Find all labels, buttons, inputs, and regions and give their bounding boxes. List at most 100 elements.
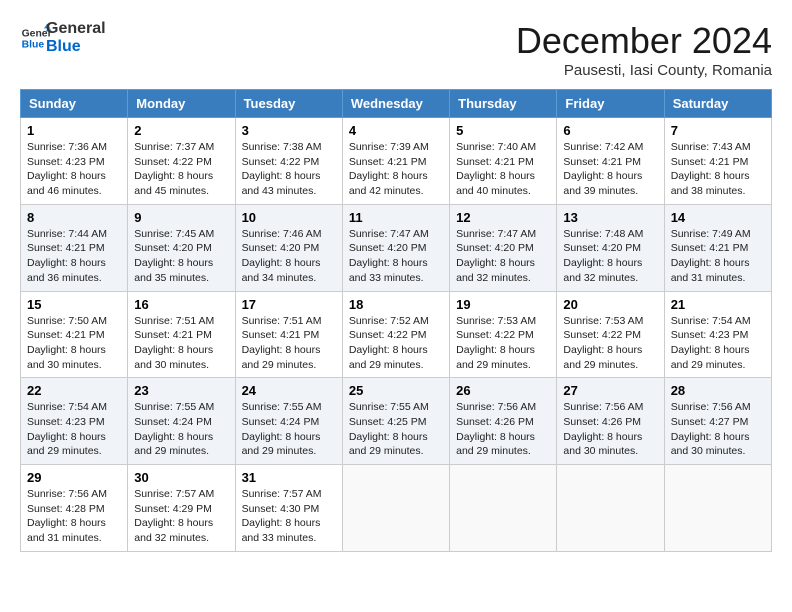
weekday-monday: Monday (128, 90, 235, 118)
day-number: 21 (671, 297, 765, 312)
calendar-cell: 7 Sunrise: 7:43 AMSunset: 4:21 PMDaylight… (664, 118, 771, 205)
day-detail: Sunrise: 7:44 AMSunset: 4:21 PMDaylight:… (27, 227, 121, 286)
day-number: 11 (349, 210, 443, 225)
day-detail: Sunrise: 7:42 AMSunset: 4:21 PMDaylight:… (563, 140, 657, 199)
day-number: 3 (242, 123, 336, 138)
day-detail: Sunrise: 7:37 AMSunset: 4:22 PMDaylight:… (134, 140, 228, 199)
calendar-cell: 22 Sunrise: 7:54 AMSunset: 4:23 PMDayligh… (21, 378, 128, 465)
day-number: 31 (242, 470, 336, 485)
calendar-week-5: 29 Sunrise: 7:56 AMSunset: 4:28 PMDayligh… (21, 465, 772, 552)
day-number: 7 (671, 123, 765, 138)
day-detail: Sunrise: 7:53 AMSunset: 4:22 PMDaylight:… (456, 314, 550, 373)
day-number: 5 (456, 123, 550, 138)
calendar-cell: 23Sunrise: 7:55 AMSunset: 4:24 PMDayligh… (128, 378, 235, 465)
logo-blue: Blue (46, 38, 106, 56)
day-number: 14 (671, 210, 765, 225)
day-number: 29 (27, 470, 121, 485)
day-number: 28 (671, 383, 765, 398)
day-detail: Sunrise: 7:55 AMSunset: 4:25 PMDaylight:… (349, 400, 443, 459)
day-number: 26 (456, 383, 550, 398)
day-detail: Sunrise: 7:57 AMSunset: 4:29 PMDaylight:… (134, 487, 228, 546)
day-detail: Sunrise: 7:40 AMSunset: 4:21 PMDaylight:… (456, 140, 550, 199)
calendar-cell: 18 Sunrise: 7:52 AMSunset: 4:22 PMDayligh… (342, 291, 449, 378)
calendar-week-4: 22 Sunrise: 7:54 AMSunset: 4:23 PMDayligh… (21, 378, 772, 465)
calendar-cell: 21 Sunrise: 7:54 AMSunset: 4:23 PMDayligh… (664, 291, 771, 378)
day-detail: Sunrise: 7:36 AMSunset: 4:23 PMDaylight:… (27, 140, 121, 199)
calendar-week-2: 8 Sunrise: 7:44 AMSunset: 4:21 PMDaylight… (21, 204, 772, 291)
calendar-cell: 30 Sunrise: 7:57 AMSunset: 4:29 PMDayligh… (128, 465, 235, 552)
day-detail: Sunrise: 7:45 AMSunset: 4:20 PMDaylight:… (134, 227, 228, 286)
day-detail: Sunrise: 7:51 AMSunset: 4:21 PMDaylight:… (242, 314, 336, 373)
calendar-cell: 14 Sunrise: 7:49 AMSunset: 4:21 PMDayligh… (664, 204, 771, 291)
day-detail: Sunrise: 7:49 AMSunset: 4:21 PMDaylight:… (671, 227, 765, 286)
day-number: 17 (242, 297, 336, 312)
day-number: 30 (134, 470, 228, 485)
calendar-cell (664, 465, 771, 552)
calendar-cell: 9 Sunrise: 7:45 AMSunset: 4:20 PMDaylight… (128, 204, 235, 291)
calendar-cell: 5 Sunrise: 7:40 AMSunset: 4:21 PMDaylight… (450, 118, 557, 205)
day-detail: Sunrise: 7:55 AMSunset: 4:24 PMDaylight:… (134, 400, 228, 459)
day-detail: Sunrise: 7:48 AMSunset: 4:20 PMDaylight:… (563, 227, 657, 286)
calendar-cell: 31Sunrise: 7:57 AMSunset: 4:30 PMDayligh… (235, 465, 342, 552)
logo: General Blue General Blue (20, 20, 106, 55)
day-detail: Sunrise: 7:50 AMSunset: 4:21 PMDaylight:… (27, 314, 121, 373)
day-detail: Sunrise: 7:47 AMSunset: 4:20 PMDaylight:… (349, 227, 443, 286)
day-number: 12 (456, 210, 550, 225)
day-detail: Sunrise: 7:46 AMSunset: 4:20 PMDaylight:… (242, 227, 336, 286)
calendar-cell: 29 Sunrise: 7:56 AMSunset: 4:28 PMDayligh… (21, 465, 128, 552)
day-detail: Sunrise: 7:53 AMSunset: 4:22 PMDaylight:… (563, 314, 657, 373)
calendar-cell: 8 Sunrise: 7:44 AMSunset: 4:21 PMDaylight… (21, 204, 128, 291)
calendar-week-1: 1 Sunrise: 7:36 AMSunset: 4:23 PMDaylight… (21, 118, 772, 205)
weekday-wednesday: Wednesday (342, 90, 449, 118)
calendar-cell: 11 Sunrise: 7:47 AMSunset: 4:20 PMDayligh… (342, 204, 449, 291)
calendar-cell (557, 465, 664, 552)
calendar-cell: 6 Sunrise: 7:42 AMSunset: 4:21 PMDaylight… (557, 118, 664, 205)
weekday-header-row: SundayMondayTuesdayWednesdayThursdayFrid… (21, 90, 772, 118)
day-number: 25 (349, 383, 443, 398)
calendar-cell: 25 Sunrise: 7:55 AMSunset: 4:25 PMDayligh… (342, 378, 449, 465)
day-number: 15 (27, 297, 121, 312)
calendar-cell: 2 Sunrise: 7:37 AMSunset: 4:22 PMDaylight… (128, 118, 235, 205)
calendar-cell: 27Sunrise: 7:56 AMSunset: 4:26 PMDayligh… (557, 378, 664, 465)
day-detail: Sunrise: 7:56 AMSunset: 4:28 PMDaylight:… (27, 487, 121, 546)
month-title: December 2024 (516, 20, 772, 62)
calendar-cell: 15 Sunrise: 7:50 AMSunset: 4:21 PMDayligh… (21, 291, 128, 378)
day-number: 24 (242, 383, 336, 398)
calendar-cell: 3 Sunrise: 7:38 AMSunset: 4:22 PMDaylight… (235, 118, 342, 205)
day-detail: Sunrise: 7:52 AMSunset: 4:22 PMDaylight:… (349, 314, 443, 373)
calendar-cell: 19 Sunrise: 7:53 AMSunset: 4:22 PMDayligh… (450, 291, 557, 378)
day-detail: Sunrise: 7:47 AMSunset: 4:20 PMDaylight:… (456, 227, 550, 286)
day-detail: Sunrise: 7:43 AMSunset: 4:21 PMDaylight:… (671, 140, 765, 199)
weekday-tuesday: Tuesday (235, 90, 342, 118)
calendar-cell: 13 Sunrise: 7:48 AMSunset: 4:20 PMDayligh… (557, 204, 664, 291)
calendar-week-3: 15 Sunrise: 7:50 AMSunset: 4:21 PMDayligh… (21, 291, 772, 378)
day-number: 22 (27, 383, 121, 398)
day-detail: Sunrise: 7:56 AMSunset: 4:27 PMDaylight:… (671, 400, 765, 459)
calendar-cell (450, 465, 557, 552)
day-number: 2 (134, 123, 228, 138)
page-header: General Blue General Blue December 2024 … (20, 20, 772, 79)
day-number: 1 (27, 123, 121, 138)
day-number: 16 (134, 297, 228, 312)
day-number: 18 (349, 297, 443, 312)
day-detail: Sunrise: 7:56 AMSunset: 4:26 PMDaylight:… (456, 400, 550, 459)
calendar-cell (342, 465, 449, 552)
day-number: 19 (456, 297, 550, 312)
day-number: 10 (242, 210, 336, 225)
day-number: 20 (563, 297, 657, 312)
day-number: 9 (134, 210, 228, 225)
day-detail: Sunrise: 7:54 AMSunset: 4:23 PMDaylight:… (27, 400, 121, 459)
title-area: December 2024 Pausesti, Iasi County, Rom… (516, 20, 772, 79)
day-number: 13 (563, 210, 657, 225)
day-number: 6 (563, 123, 657, 138)
calendar-cell: 17 Sunrise: 7:51 AMSunset: 4:21 PMDayligh… (235, 291, 342, 378)
weekday-sunday: Sunday (21, 90, 128, 118)
day-detail: Sunrise: 7:38 AMSunset: 4:22 PMDaylight:… (242, 140, 336, 199)
calendar-cell: 16Sunrise: 7:51 AMSunset: 4:21 PMDayligh… (128, 291, 235, 378)
day-detail: Sunrise: 7:54 AMSunset: 4:23 PMDaylight:… (671, 314, 765, 373)
weekday-saturday: Saturday (664, 90, 771, 118)
calendar-cell: 26 Sunrise: 7:56 AMSunset: 4:26 PMDayligh… (450, 378, 557, 465)
day-number: 8 (27, 210, 121, 225)
logo-general: General (46, 20, 106, 38)
calendar-cell: 10 Sunrise: 7:46 AMSunset: 4:20 PMDayligh… (235, 204, 342, 291)
